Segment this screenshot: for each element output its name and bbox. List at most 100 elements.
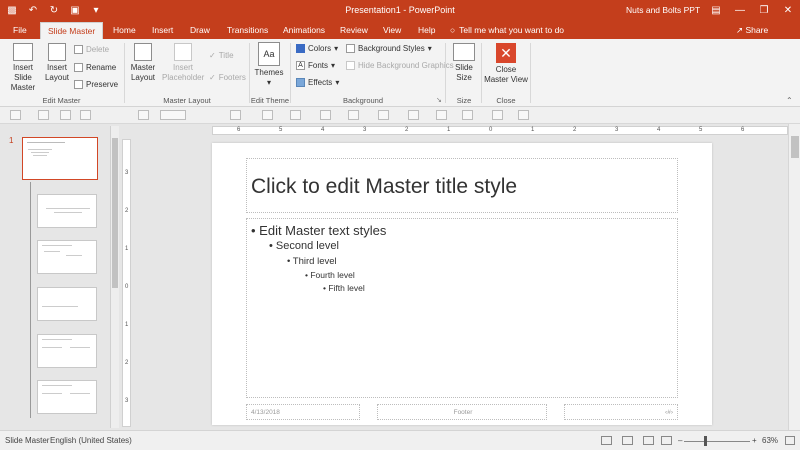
arrange-icon[interactable] [138, 110, 149, 120]
title-checkbox[interactable]: ✓ Title [209, 51, 234, 60]
close-master-view-button[interactable]: ✕ Close Master View [483, 43, 529, 85]
themes-button[interactable]: Aa Themes ▾ [253, 42, 285, 88]
body-placeholder[interactable]: • Edit Master text styles • Second level… [246, 218, 678, 398]
chevron-down-icon: ▾ [335, 78, 340, 87]
collapse-ribbon-icon[interactable]: ⌃ [786, 96, 793, 105]
zoom-out-icon[interactable]: – [678, 436, 682, 445]
format-painter-icon[interactable] [408, 110, 419, 120]
tab-help[interactable]: Help [418, 25, 435, 35]
text-level-2[interactable]: • Second level [269, 240, 339, 252]
font-size-box[interactable] [160, 110, 186, 120]
colors-button[interactable]: Colors ▾ [296, 44, 338, 53]
thumb-text-line [31, 152, 49, 153]
master-title-text[interactable]: Click to edit Master title style [251, 175, 517, 199]
text-level-5[interactable]: • Fifth level [323, 283, 365, 293]
tab-transitions[interactable]: Transitions [227, 25, 268, 35]
tell-me-search[interactable]: ○ Tell me what you want to do [450, 25, 564, 35]
title-placeholder[interactable]: Click to edit Master title style [246, 158, 678, 213]
shape-outline-icon[interactable] [80, 110, 91, 120]
tab-view[interactable]: View [383, 25, 401, 35]
share-button[interactable]: ↗ Share [736, 25, 768, 36]
tab-review[interactable]: Review [340, 25, 368, 35]
slide-master-thumbnail[interactable] [22, 137, 98, 180]
thumbnail-scrollbar[interactable] [110, 126, 119, 428]
language-label[interactable]: English (United States) [50, 436, 132, 445]
effects-button[interactable]: Effects ▾ [296, 78, 339, 87]
layout-thumbnail[interactable] [37, 194, 97, 228]
tab-file[interactable]: File [13, 25, 27, 35]
effects-icon [296, 78, 305, 87]
background-styles-button[interactable]: Background Styles ▾ [346, 44, 432, 53]
picture-icon[interactable] [462, 110, 473, 120]
tab-insert[interactable]: Insert [152, 25, 173, 35]
slideshow-view-icon[interactable] [661, 436, 672, 445]
close-window-icon[interactable]: ✕ [776, 0, 800, 20]
slide-size-button[interactable]: Slide Size [450, 43, 478, 83]
fonts-button[interactable]: A Fonts ▾ [296, 61, 335, 70]
minimize-icon[interactable]: — [728, 0, 752, 20]
layout-thumbnail[interactable] [37, 334, 97, 368]
layout-thumbnail[interactable] [37, 287, 97, 321]
quick-styles-icon[interactable] [378, 110, 389, 120]
fit-to-window-icon[interactable] [785, 436, 795, 445]
zoom-slider[interactable] [684, 441, 750, 442]
text-box-icon[interactable] [320, 110, 331, 120]
preserve-button[interactable]: Preserve [74, 80, 118, 89]
format-toolbar [0, 107, 800, 124]
reading-view-icon[interactable] [643, 436, 654, 445]
master-layout-button[interactable]: Master Layout [128, 43, 158, 83]
footers-checkbox[interactable]: ✓ Footers [209, 73, 246, 82]
layout-thumbnail[interactable] [37, 380, 97, 414]
footer-placeholder[interactable]: Footer [377, 404, 547, 420]
image-icon[interactable] [492, 110, 503, 120]
ruler-tick: 3 [125, 170, 129, 176]
user-name[interactable]: Nuts and Bolts PPT [626, 5, 700, 15]
rename-button[interactable]: Rename [74, 63, 116, 72]
horizontal-ruler[interactable]: 6 5 4 3 2 1 0 1 2 3 4 5 6 [212, 126, 788, 135]
audio-icon[interactable] [518, 110, 529, 120]
layout-icon[interactable] [10, 110, 21, 120]
date-placeholder[interactable]: 4/13/2018 [246, 404, 360, 420]
insert-layout-button[interactable]: Insert Layout [44, 43, 70, 83]
slide-scrollbar[interactable] [788, 124, 800, 430]
slide-sorter-icon[interactable] [622, 436, 633, 445]
tab-home[interactable]: Home [113, 25, 136, 35]
delete-button[interactable]: Delete [74, 45, 109, 54]
shape-fill-icon[interactable] [60, 110, 71, 120]
normal-view-icon[interactable] [601, 436, 612, 445]
thumb-title-line [42, 306, 78, 307]
tab-animations[interactable]: Animations [283, 25, 325, 35]
rectangle-icon[interactable] [262, 110, 273, 120]
insert-placeholder-button[interactable]: Insert Placeholder [162, 43, 204, 83]
slide-number-placeholder[interactable]: ‹#› [564, 404, 678, 420]
slide-size-icon [453, 43, 475, 61]
layout-thumbnail[interactable] [37, 240, 97, 274]
zoom-level[interactable]: 63% [762, 436, 778, 445]
text-level-3[interactable]: • Third level [287, 256, 337, 267]
restore-icon[interactable]: ❐ [752, 0, 776, 20]
line-icon[interactable] [290, 110, 301, 120]
colors-icon [296, 44, 305, 53]
dialog-launcher-icon[interactable]: ↘ [436, 96, 442, 104]
insert-slide-master-button[interactable]: Insert Slide Master [3, 43, 43, 93]
align-icon[interactable] [230, 110, 241, 120]
thumb-title-line [42, 339, 72, 340]
thumbnail-scroll-thumb[interactable] [112, 138, 118, 288]
text-level-1[interactable]: • Edit Master text styles [251, 223, 386, 238]
thumb-text-line [28, 149, 52, 150]
thumb-text-line [42, 347, 62, 348]
zoom-in-icon[interactable]: + [752, 436, 757, 445]
tab-draw[interactable]: Draw [190, 25, 210, 35]
table-icon[interactable] [436, 110, 447, 120]
hide-background-graphics-checkbox[interactable]: Hide Background Graphics [346, 61, 454, 70]
slide-scroll-thumb[interactable] [791, 136, 799, 158]
ribbon-display-options-icon[interactable]: ▤ [704, 0, 728, 20]
thumbnail-connector [30, 182, 31, 418]
shapes-icon[interactable] [348, 110, 359, 120]
font-color-icon[interactable] [38, 110, 49, 120]
vertical-ruler[interactable]: 3 2 1 0 1 2 3 [122, 139, 131, 427]
tab-slide-master[interactable]: Slide Master [40, 22, 104, 39]
zoom-slider-handle[interactable] [704, 436, 707, 446]
text-level-4[interactable]: • Fourth level [305, 270, 355, 280]
slide-master: Click to edit Master title style • Edit … [212, 143, 712, 425]
